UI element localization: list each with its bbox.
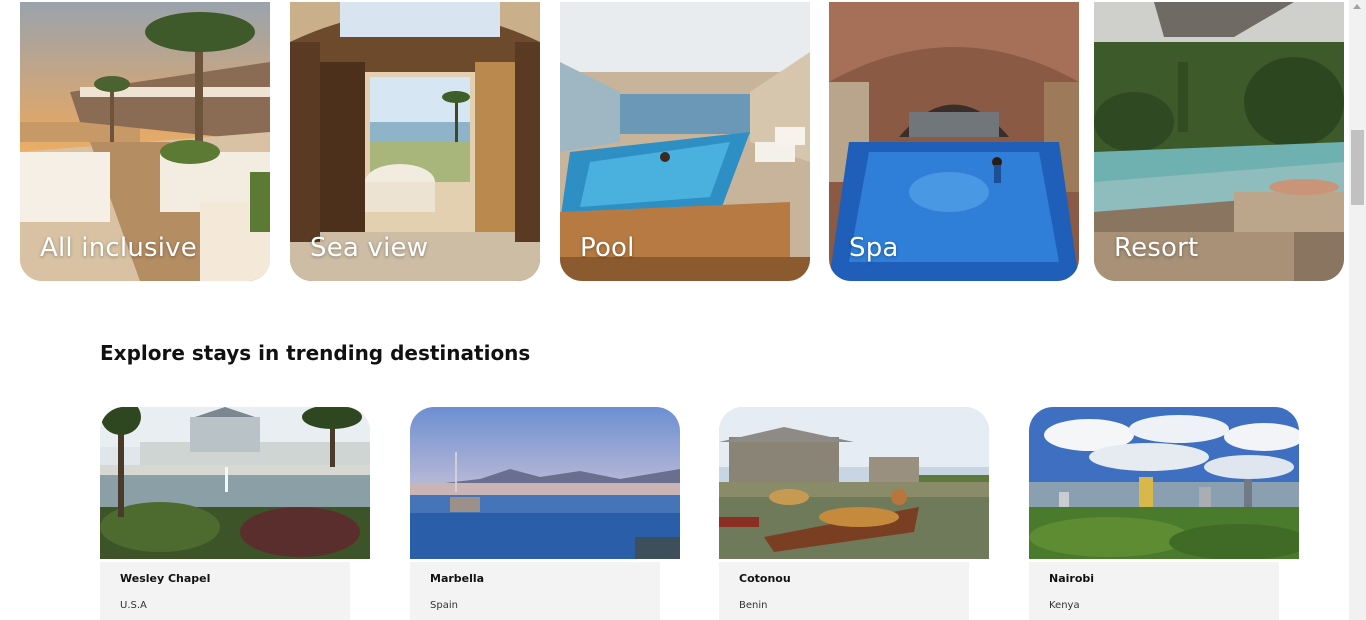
destination-name: Marbella — [430, 572, 485, 585]
destination-info: Nairobi Kenya — [1029, 562, 1279, 620]
category-label: Spa — [849, 233, 899, 263]
destination-info: Cotonou Benin — [719, 562, 969, 620]
destination-card-nairobi[interactable]: Nairobi Kenya — [1029, 407, 1299, 620]
category-label: Sea view — [310, 233, 429, 263]
category-card-spa[interactable]: Spa — [829, 2, 1079, 281]
destination-info: Wesley Chapel U.S.A — [100, 562, 350, 620]
category-label: All inclusive — [40, 233, 197, 263]
destination-name: Cotonou — [739, 572, 791, 585]
destination-card-cotonou[interactable]: Cotonou Benin — [719, 407, 989, 620]
scrollbar-thumb[interactable] — [1351, 130, 1364, 205]
page: All inclusive Sea view Pool Spa Resort E… — [0, 0, 1349, 620]
wesley-chapel-photo — [100, 407, 370, 559]
destination-country: Benin — [739, 600, 768, 611]
category-card-resort[interactable]: Resort — [1094, 2, 1344, 281]
destination-country: Kenya — [1049, 600, 1080, 611]
category-label: Resort — [1114, 233, 1199, 263]
category-card-all-inclusive[interactable]: All inclusive — [20, 2, 270, 281]
marbella-photo — [410, 407, 680, 559]
destination-country: Spain — [430, 600, 458, 611]
trending-section-title: Explore stays in trending destinations — [100, 341, 531, 365]
destination-name: Wesley Chapel — [120, 572, 211, 585]
destination-country: U.S.A — [120, 600, 147, 611]
category-card-sea-view[interactable]: Sea view — [290, 2, 540, 281]
destination-info: Marbella Spain — [410, 562, 660, 620]
vertical-scrollbar[interactable] — [1349, 0, 1366, 620]
destination-card-wesley-chapel[interactable]: Wesley Chapel U.S.A — [100, 407, 370, 620]
category-label: Pool — [580, 233, 635, 263]
cotonou-photo — [719, 407, 989, 559]
category-card-pool[interactable]: Pool — [560, 2, 810, 281]
destination-card-marbella[interactable]: Marbella Spain — [410, 407, 680, 620]
scroll-up-arrow-icon[interactable] — [1353, 4, 1361, 9]
destination-name: Nairobi — [1049, 572, 1095, 585]
nairobi-photo — [1029, 407, 1299, 559]
